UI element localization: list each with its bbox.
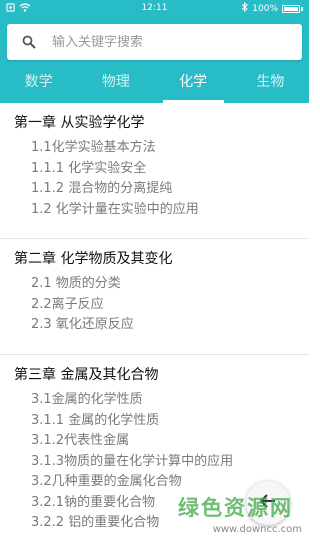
- tab-math[interactable]: 数学: [0, 61, 77, 103]
- chapter-title[interactable]: 第三章 金属及其化合物: [14, 364, 309, 387]
- search-input[interactable]: [52, 34, 272, 50]
- chapter-2: 第二章 化学物质及其变化 2.1 物质的分类 2.2离子反应 2.3 氧化还原反…: [0, 239, 309, 355]
- search-icon[interactable]: [21, 34, 37, 50]
- chapter-1: 第一章 从实验学化学 1.1化学实验基本方法 1.1.1 化学实验安全 1.1.…: [0, 103, 309, 239]
- section-item[interactable]: 1.1.1 化学实验安全: [14, 159, 309, 180]
- bluetooth-icon: [241, 1, 249, 15]
- back-button[interactable]: [246, 481, 290, 525]
- section-item[interactable]: 1.1.2 混合物的分离提纯: [14, 179, 309, 200]
- section-item[interactable]: 3.1金属的化学性质: [14, 390, 309, 411]
- back-arrow-icon: [259, 493, 277, 513]
- status-bar: 12:11 100%: [0, 0, 309, 17]
- battery-percent: 100%: [252, 3, 278, 14]
- wifi-icon: [19, 2, 31, 15]
- notification-icon: [6, 2, 15, 15]
- battery-icon: [282, 4, 300, 13]
- header: 数学 物理 化学 生物: [0, 17, 309, 103]
- section-item[interactable]: 3.1.3物质的量在化学计算中的应用: [14, 452, 309, 473]
- chapter-title[interactable]: 第二章 化学物质及其变化: [14, 248, 309, 271]
- section-item[interactable]: 1.1化学实验基本方法: [14, 138, 309, 159]
- section-item[interactable]: 3.1.1 金属的化学性质: [14, 411, 309, 432]
- tab-biology[interactable]: 生物: [232, 61, 309, 103]
- tab-chemistry[interactable]: 化学: [155, 61, 232, 103]
- subject-tabs: 数学 物理 化学 生物: [0, 61, 309, 103]
- section-item[interactable]: 1.2 化学计量在实验中的应用: [14, 200, 309, 221]
- tab-physics[interactable]: 物理: [77, 61, 154, 103]
- search-box[interactable]: [7, 24, 302, 60]
- status-right: 100%: [241, 1, 303, 15]
- section-item[interactable]: 2.3 氧化还原反应: [14, 315, 309, 336]
- section-item[interactable]: 2.2离子反应: [14, 295, 309, 316]
- status-left: [6, 2, 31, 15]
- battery-tip: [301, 6, 303, 11]
- section-item[interactable]: 3.1.2代表性金属: [14, 431, 309, 452]
- section-item[interactable]: 2.1 物质的分类: [14, 274, 309, 295]
- chapter-title[interactable]: 第一章 从实验学化学: [14, 112, 309, 135]
